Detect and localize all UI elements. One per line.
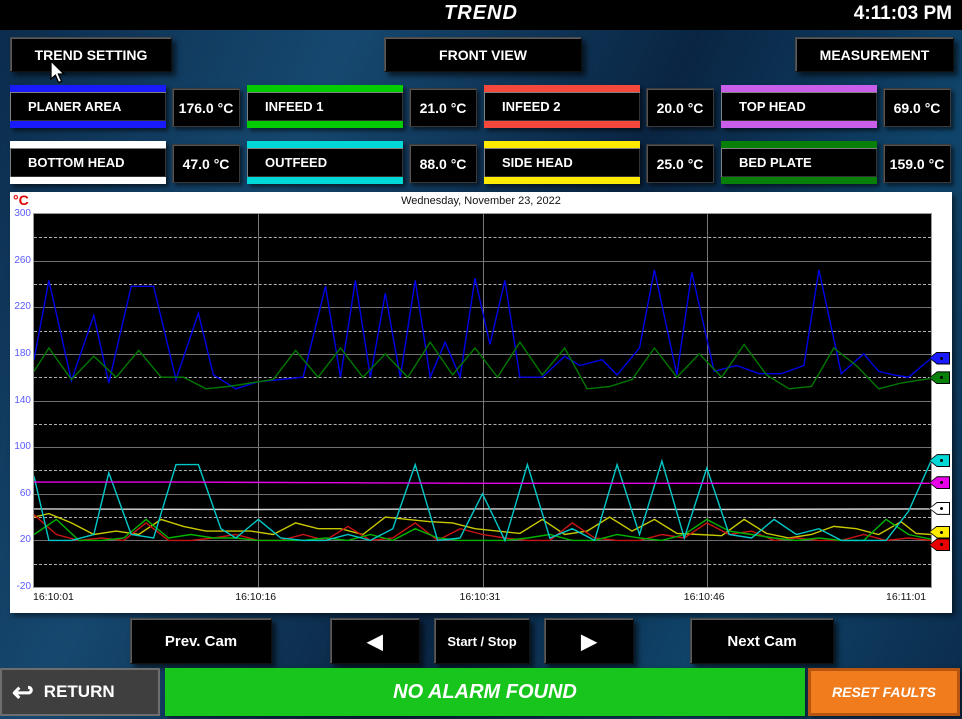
- series-marker: [929, 454, 950, 467]
- channel-color-stripe: [10, 177, 166, 184]
- trend-chart-panel: °C Wednesday, November 23, 2022 30026022…: [10, 192, 952, 613]
- y-tick-label: 180: [11, 348, 31, 359]
- trend-line: [34, 461, 931, 540]
- front-view-button[interactable]: FRONT VIEW: [384, 37, 582, 72]
- y-tick-label: 300: [11, 208, 31, 219]
- clock: 4:11:03 PM: [854, 3, 952, 25]
- channel-color-stripe: [721, 177, 877, 184]
- trend-line: [34, 270, 931, 389]
- channel-color-stripe: [721, 85, 877, 92]
- series-marker: [929, 526, 950, 539]
- trend-lines: [34, 214, 931, 587]
- series-marker: [929, 476, 950, 489]
- channel-value: 159.0 °C: [883, 144, 951, 183]
- series-marker: [929, 502, 950, 515]
- channel-value: 69.0 °C: [883, 88, 951, 127]
- channel-label-button[interactable]: BED PLATE: [721, 141, 877, 184]
- channel-name: INFEED 1: [247, 92, 403, 121]
- channel-color-stripe: [247, 85, 403, 92]
- reset-faults-button[interactable]: RESET FAULTS: [808, 668, 960, 716]
- start-stop-button[interactable]: Start / Stop: [434, 618, 530, 664]
- channel-label-button[interactable]: PLANER AREA: [10, 85, 166, 128]
- return-label: RETURN: [44, 682, 115, 702]
- channel-color-stripe: [484, 121, 640, 128]
- y-tick-label: 20: [11, 534, 31, 545]
- series-marker: [929, 538, 950, 551]
- channel-color-stripe: [10, 85, 166, 92]
- series-marker: [929, 352, 950, 365]
- channel-name: TOP HEAD: [721, 92, 877, 121]
- y-tick-label: 260: [11, 255, 31, 266]
- channel-name: BED PLATE: [721, 148, 877, 177]
- channel-label-button[interactable]: BOTTOM HEAD: [10, 141, 166, 184]
- channel-name: SIDE HEAD: [484, 148, 640, 177]
- channel-value: 25.0 °C: [646, 144, 714, 183]
- channel-name: BOTTOM HEAD: [10, 148, 166, 177]
- y-tick-label: 220: [11, 301, 31, 312]
- x-tick-label: 16:10:46: [684, 591, 725, 603]
- channel-color-stripe: [484, 141, 640, 148]
- y-tick-label: 100: [11, 441, 31, 452]
- x-tick-label: 16:10:31: [460, 591, 501, 603]
- channel-color-stripe: [484, 85, 640, 92]
- channel-value: 88.0 °C: [409, 144, 477, 183]
- page-title: TREND: [0, 2, 962, 25]
- return-arrow-icon: ↩: [12, 679, 34, 705]
- channel-value: 21.0 °C: [409, 88, 477, 127]
- trend-line: [34, 482, 931, 483]
- trend-screen: TREND 4:11:03 PM TREND SETTING FRONT VIE…: [0, 0, 962, 719]
- scroll-right-button[interactable]: ▶: [544, 618, 634, 664]
- plot-area: [33, 213, 932, 588]
- channel-color-stripe: [247, 141, 403, 148]
- channel-value: 20.0 °C: [646, 88, 714, 127]
- channel-name: OUTFEED: [247, 148, 403, 177]
- return-button[interactable]: ↩ RETURN: [0, 668, 160, 716]
- y-tick-label: -20: [11, 581, 31, 592]
- channel-color-stripe: [10, 121, 166, 128]
- channel-color-stripe: [247, 177, 403, 184]
- channel-label-button[interactable]: INFEED 1: [247, 85, 403, 128]
- channel-color-stripe: [721, 141, 877, 148]
- channel-color-stripe: [10, 141, 166, 148]
- channel-value: 47.0 °C: [172, 144, 240, 183]
- measurement-button[interactable]: MEASUREMENT: [795, 37, 954, 72]
- series-marker: [929, 371, 950, 384]
- trend-line: [34, 509, 931, 510]
- channel-color-stripe: [484, 177, 640, 184]
- alarm-status-banner: NO ALARM FOUND: [165, 668, 805, 716]
- next-cam-button[interactable]: Next Cam: [690, 618, 834, 664]
- channel-color-stripe: [247, 121, 403, 128]
- channel-value: 176.0 °C: [172, 88, 240, 127]
- channel-label-button[interactable]: SIDE HEAD: [484, 141, 640, 184]
- title-bar: TREND 4:11:03 PM: [0, 0, 962, 30]
- prev-cam-button[interactable]: Prev. Cam: [130, 618, 272, 664]
- channel-name: INFEED 2: [484, 92, 640, 121]
- chart-date-title: Wednesday, November 23, 2022: [10, 195, 952, 207]
- trend-setting-button[interactable]: TREND SETTING: [10, 37, 172, 72]
- channel-label-button[interactable]: OUTFEED: [247, 141, 403, 184]
- y-tick-label: 60: [11, 488, 31, 499]
- channel-name: PLANER AREA: [10, 92, 166, 121]
- channel-label-button[interactable]: TOP HEAD: [721, 85, 877, 128]
- y-tick-label: 140: [11, 395, 31, 406]
- x-tick-label: 16:11:01: [886, 591, 926, 603]
- x-tick-label: 16:10:16: [235, 591, 276, 603]
- x-tick-label: 16:10:01: [33, 591, 74, 603]
- scroll-left-button[interactable]: ◀: [330, 618, 420, 664]
- channel-color-stripe: [721, 121, 877, 128]
- channel-label-button[interactable]: INFEED 2: [484, 85, 640, 128]
